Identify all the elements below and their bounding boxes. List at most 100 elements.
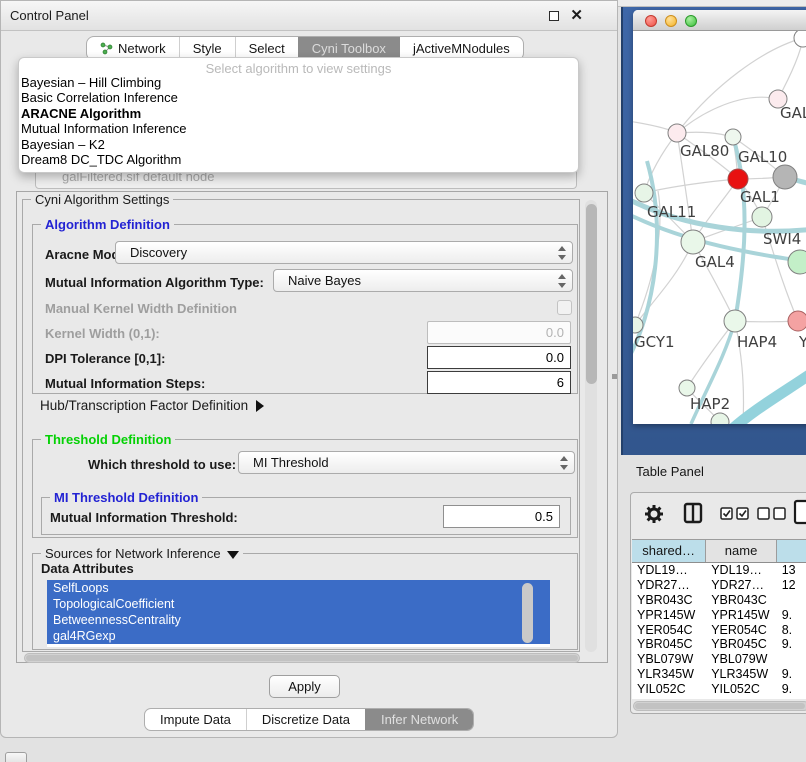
network-node[interactable] xyxy=(788,250,806,274)
expand-right-icon xyxy=(256,400,264,412)
minimize-light-icon[interactable] xyxy=(665,15,677,27)
node-table[interactable]: shared…name YDL19…YDL19…13YDR27…YDR27…12… xyxy=(632,539,806,699)
network-edge[interactable] xyxy=(778,38,803,99)
columns-icon[interactable] xyxy=(683,502,703,524)
mi-steps-field[interactable]: 6 xyxy=(427,371,571,394)
table-row[interactable]: YDR27…YDR27…12 xyxy=(632,578,806,593)
table-horizontal-scrollbar[interactable] xyxy=(633,701,806,711)
column-header-name[interactable]: name xyxy=(706,540,777,562)
splitter-handle[interactable] xyxy=(612,374,617,379)
hub-definition-toggle[interactable]: Hub/Transcription Factor Definition xyxy=(40,398,264,413)
close-light-icon[interactable] xyxy=(645,15,657,27)
network-node-hap2[interactable] xyxy=(679,380,695,396)
settings-vscroll-thumb[interactable] xyxy=(586,204,597,384)
network-edge[interactable] xyxy=(728,371,806,424)
table-hscroll-thumb[interactable] xyxy=(635,703,805,709)
kernel-width-field[interactable]: 0.0 xyxy=(427,321,571,344)
control-panel-title: Control Panel xyxy=(10,8,89,23)
float-window-icon[interactable] xyxy=(549,11,559,21)
tab-impute-data[interactable]: Impute Data xyxy=(145,709,246,730)
network-view-window[interactable]: GALGAL80GAL10GAL1GAL11SWI4GAL4GCY1HAP4YH… xyxy=(633,10,806,424)
table-row[interactable]: YPR145WYPR145W9. xyxy=(632,608,806,623)
combo-arrows-icon xyxy=(559,456,568,470)
node-label-gal11: GAL11 xyxy=(647,203,696,221)
aracne-mode-combo[interactable]: Discovery xyxy=(115,241,573,264)
table-row[interactable]: YIL052CYIL052C9. xyxy=(632,682,806,697)
tab-label: Cyni Toolbox xyxy=(312,41,386,56)
mi-type-combo[interactable]: Naive Bayes xyxy=(273,269,573,292)
control-panel-window: Control Panel ✕ NetworkStyleSelectCyni T… xyxy=(0,0,618,738)
attribute-item-topologicalcoefficient[interactable]: TopologicalCoefficient xyxy=(47,596,550,612)
table-row[interactable]: YLR345WYLR345W9. xyxy=(632,667,806,682)
mi-threshold-label: Mutual Information Threshold: xyxy=(50,510,238,525)
which-threshold-combo[interactable]: MI Threshold xyxy=(238,451,575,474)
algorithm-option-basic-correlation-inference[interactable]: Basic Correlation Inference xyxy=(19,90,578,105)
table-panel-title: Table Panel xyxy=(636,464,704,479)
network-node-swi4[interactable] xyxy=(752,207,772,227)
table-rows: YDL19…YDL19…13YDR27…YDR27…12YBR043CYBR04… xyxy=(632,563,806,697)
network-node[interactable] xyxy=(773,165,797,189)
network-node-gal11[interactable] xyxy=(635,184,653,202)
combo-arrows-icon xyxy=(557,246,566,260)
tab-discretize-data[interactable]: Discretize Data xyxy=(246,709,365,730)
tab-infer-network[interactable]: Infer Network xyxy=(365,709,473,730)
network-node-gal1[interactable] xyxy=(728,169,748,189)
right-top-strip xyxy=(618,0,806,7)
network-edge[interactable] xyxy=(644,179,738,193)
mi-threshold-field[interactable]: 0.5 xyxy=(443,505,560,528)
network-node-gal4[interactable] xyxy=(681,230,705,254)
dpi-tolerance-field[interactable]: 0.0 xyxy=(427,346,571,369)
apply-button[interactable]: Apply xyxy=(269,675,340,698)
checked-pair-icon[interactable] xyxy=(720,507,750,520)
bottom-tabbar: Impute DataDiscretize DataInfer Network xyxy=(144,708,474,731)
algorithm-definition-groupbox: Algorithm Definition Aracne Mode: Discov… xyxy=(32,224,578,394)
gear-icon[interactable] xyxy=(643,503,665,525)
network-node-y[interactable] xyxy=(788,311,806,331)
manual-kernel-checkbox[interactable] xyxy=(557,300,572,315)
table-row[interactable]: YBL079WYBL079W xyxy=(632,652,806,667)
network-node[interactable] xyxy=(794,31,806,47)
unchecked-pair-icon[interactable] xyxy=(757,507,787,520)
network-node-gal80[interactable] xyxy=(668,124,686,142)
column-header-shared[interactable]: shared… xyxy=(632,540,706,562)
node-label-gal10: GAL10 xyxy=(738,148,787,166)
algorithm-option-aracne-algorithm[interactable]: ARACNE Algorithm xyxy=(19,106,578,121)
algorithm-option-mutual-information-inference[interactable]: Mutual Information Inference xyxy=(19,121,578,136)
document-icon[interactable] xyxy=(793,499,806,525)
network-node-hap4[interactable] xyxy=(724,310,746,332)
sources-title[interactable]: Sources for Network Inference xyxy=(41,546,243,561)
algorithm-dropdown-placeholder: Select algorithm to view settings xyxy=(19,58,578,75)
algorithm-option-bayesian-hill-climbing[interactable]: Bayesian – Hill Climbing xyxy=(19,75,578,90)
node-label-y: Y xyxy=(798,333,806,351)
table-cell: YPR145W xyxy=(706,608,777,623)
network-icon xyxy=(100,42,113,55)
network-window-titlebar[interactable] xyxy=(633,10,806,31)
attribute-item-gal4rgexp[interactable]: gal4RGexp xyxy=(47,628,550,644)
combo-arrows-icon xyxy=(557,274,566,288)
attribute-list-scrollbar[interactable] xyxy=(522,583,533,643)
tab-label: jActiveMNodules xyxy=(413,41,510,56)
algorithm-option-dream8-dc-tdc-algorithm[interactable]: Dream8 DC_TDC Algorithm xyxy=(19,152,578,167)
data-attributes-label: Data Attributes xyxy=(41,561,134,576)
network-edge[interactable] xyxy=(635,242,693,325)
attribute-item-selfloops[interactable]: SelfLoops xyxy=(47,580,550,596)
bottom-left-button[interactable] xyxy=(5,752,27,762)
close-window-icon[interactable]: ✕ xyxy=(570,6,583,24)
table-cell: YBR043C xyxy=(706,593,777,608)
table-row[interactable]: YBR045CYBR045C9. xyxy=(632,637,806,652)
tab-label: Select xyxy=(249,41,285,56)
sources-title-label: Sources for Network Inference xyxy=(45,546,221,561)
settings-horizontal-scrollbar[interactable] xyxy=(24,653,580,663)
table-row[interactable]: YDL19…YDL19…13 xyxy=(632,563,806,578)
network-canvas[interactable]: GALGAL80GAL10GAL1GAL11SWI4GAL4GCY1HAP4YH… xyxy=(633,31,806,424)
column-header-2[interactable] xyxy=(777,540,806,562)
table-row[interactable]: YER054CYER054C8. xyxy=(632,623,806,638)
zoom-light-icon[interactable] xyxy=(685,15,697,27)
algorithm-option-bayesian-k2[interactable]: Bayesian – K2 xyxy=(19,137,578,152)
table-cell: YBR045C xyxy=(706,637,777,652)
settings-vertical-scrollbar[interactable] xyxy=(585,200,597,652)
attribute-item-betweennesscentrality[interactable]: BetweennessCentrality xyxy=(47,612,550,628)
settings-hscroll-thumb[interactable] xyxy=(26,655,578,661)
table-row[interactable]: YBR043CYBR043C xyxy=(632,593,806,608)
data-attributes-list[interactable]: SelfLoopsTopologicalCoefficientBetweenne… xyxy=(47,580,550,647)
